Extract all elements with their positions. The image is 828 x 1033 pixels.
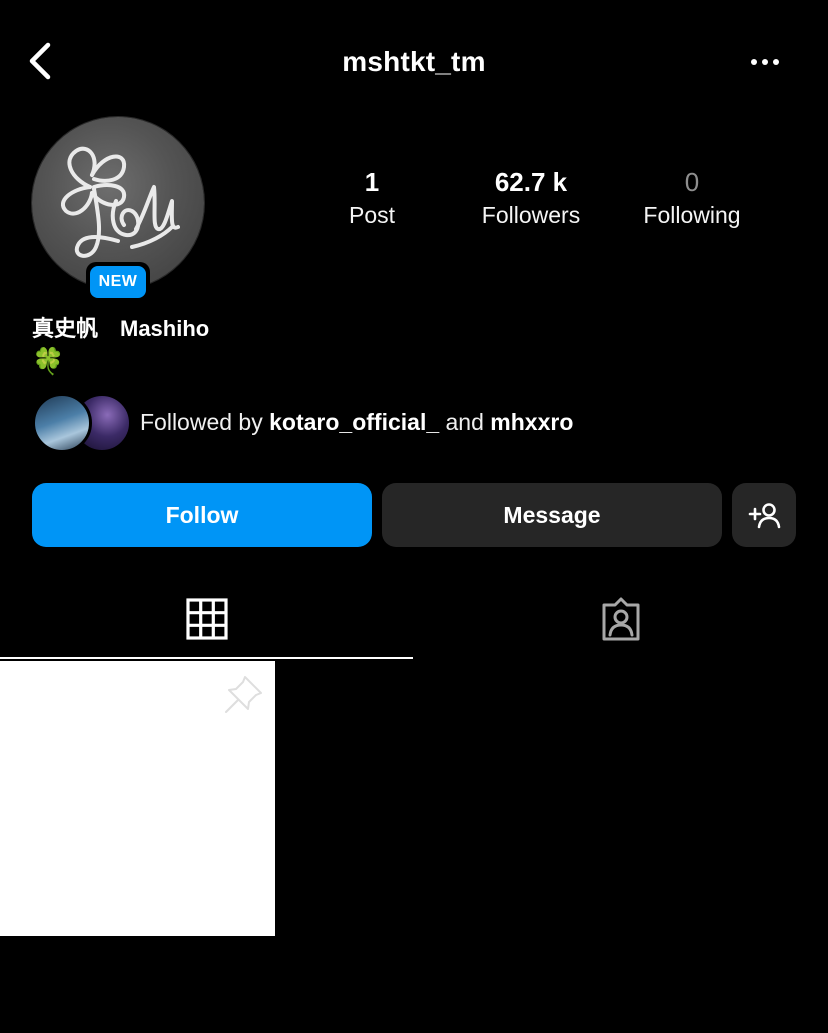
more-dot — [762, 59, 768, 65]
grid-icon — [186, 598, 228, 640]
mutual-followers-avatars[interactable] — [32, 393, 132, 453]
add-user-icon — [748, 503, 781, 529]
more-horizontal-icon — [751, 59, 757, 65]
followers-label: Followers — [481, 202, 581, 228]
followed-by-user1[interactable]: kotaro_official_ — [269, 409, 439, 435]
active-tab-indicator — [0, 657, 413, 659]
followers-count: 62.7 k — [494, 167, 568, 197]
mutual-avatar-kotaro — [32, 393, 92, 453]
posts-label: Post — [348, 202, 396, 228]
tagged-user-icon — [602, 597, 640, 641]
profile-username-title: mshtkt_tm — [342, 46, 486, 77]
suggested-users-button[interactable] — [732, 483, 796, 547]
new-badge: NEW — [90, 266, 146, 298]
following-label: Following — [643, 202, 741, 228]
following-count: 0 — [684, 167, 700, 197]
grid-post-1[interactable] — [0, 661, 275, 936]
message-button[interactable]: Message — [382, 483, 722, 547]
more-dot — [773, 59, 779, 65]
followed-by-conjunction: and — [439, 409, 491, 435]
more-options-button[interactable] — [740, 46, 790, 78]
new-badge-frame: NEW — [86, 262, 150, 302]
followed-by-prefix: Followed by — [140, 409, 270, 435]
bio-display-name: 真史帆 Mashiho — [32, 316, 210, 341]
tab-tagged[interactable] — [414, 580, 828, 658]
follow-button[interactable]: Follow — [32, 483, 372, 547]
tab-posts-grid[interactable] — [0, 580, 414, 658]
followed-by-text[interactable]: Followed by kotaro_official_ and mhxxro — [140, 405, 573, 439]
followed-by-user2[interactable]: mhxxro — [490, 409, 573, 435]
posts-count: 1 — [364, 167, 380, 197]
stat-following[interactable]: 0 Following — [617, 164, 767, 230]
stat-followers[interactable]: 62.7 k Followers — [456, 164, 606, 230]
bio-clover-emoji: 🍀 — [32, 346, 65, 376]
stat-posts[interactable]: 1 Post — [297, 164, 447, 230]
pin-icon — [225, 676, 262, 713]
